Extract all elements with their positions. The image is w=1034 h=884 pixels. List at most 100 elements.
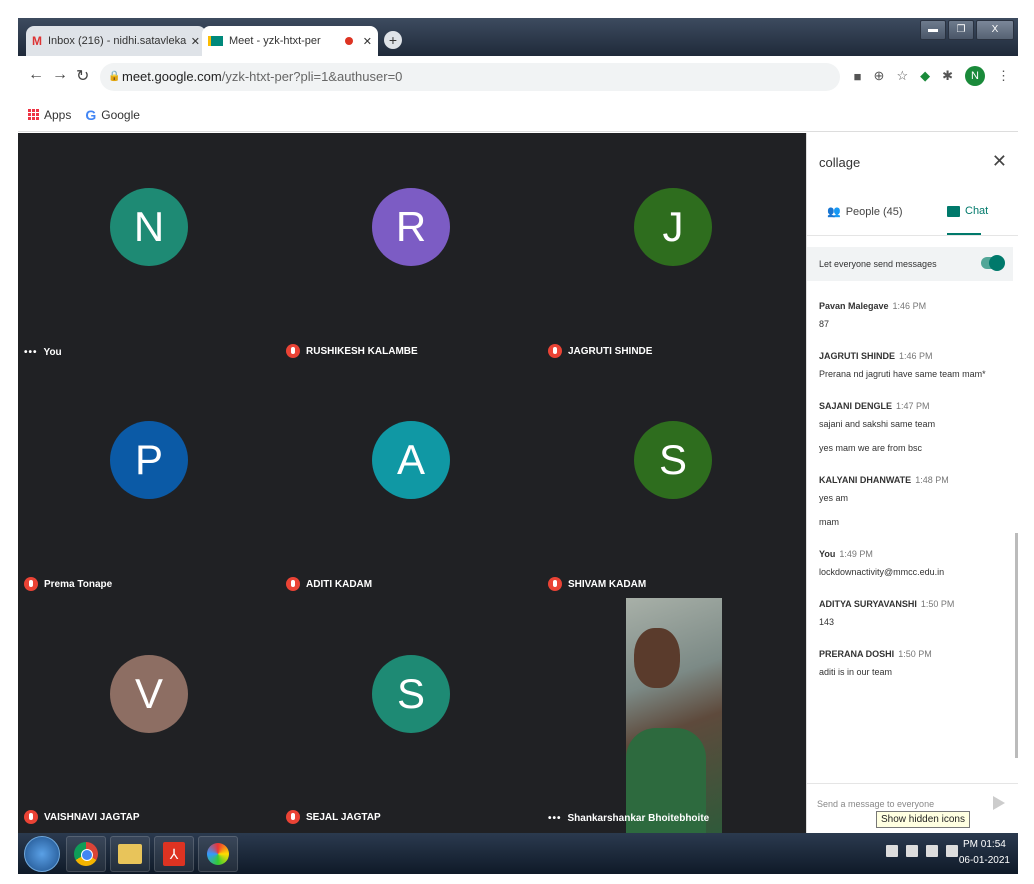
- tab-people-label: People (45): [845, 205, 903, 218]
- tab-meet[interactable]: Meet - yzk-htxt-per ✕: [202, 26, 378, 56]
- participant-avatar: S: [372, 655, 450, 733]
- sidebar-tabs: 👥 People (45) Chat: [807, 201, 1018, 236]
- windows-taskbar: ⅄ PM 01:54 06-01-2021: [18, 833, 1018, 874]
- start-button[interactable]: [24, 836, 60, 872]
- message-sender: SAJANI DENGLE: [819, 401, 893, 411]
- extension-icon[interactable]: ◆: [920, 68, 930, 84]
- chat-messages: Pavan Malegave 1:46 PM 87 JAGRUTI SHINDE 1…: [819, 301, 1009, 699]
- star-icon[interactable]: ☆: [896, 68, 908, 84]
- send-icon[interactable]: [993, 796, 1005, 810]
- taskbar-acrobat[interactable]: ⅄: [154, 836, 194, 872]
- mic-muted-icon: [24, 577, 38, 591]
- display-icon[interactable]: [926, 845, 938, 857]
- bookmarks-bar: Apps G Google: [18, 98, 1018, 132]
- clock-date: 06-01-2021: [958, 855, 1010, 866]
- message-text: 143: [819, 617, 835, 627]
- taskbar-chrome[interactable]: [66, 836, 106, 872]
- taskbar-clock[interactable]: PM 01:54 06-01-2021: [959, 837, 1010, 869]
- chat-input-placeholder: Send a message to everyone: [817, 799, 935, 809]
- tab-people[interactable]: 👥 People (45): [827, 205, 903, 219]
- message-sender: PRERANA DOSHI: [819, 649, 895, 659]
- network-icon[interactable]: [906, 845, 918, 857]
- tab-close-icon[interactable]: ✕: [363, 35, 372, 48]
- taskbar-paint[interactable]: [198, 836, 238, 872]
- chat-message: SAJANI DENGLE 1:47 PM sajani and sakshi s…: [819, 401, 1009, 453]
- volume-icon[interactable]: [946, 845, 958, 857]
- taskbar-explorer[interactable]: [110, 836, 150, 872]
- participant-tile[interactable]: S SHIVAM KADAM: [542, 366, 804, 599]
- participant-name: SEJAL JAGTAP: [306, 811, 381, 823]
- forward-icon[interactable]: →: [52, 66, 68, 84]
- tab-meet-label: Meet - yzk-htxt-per: [229, 35, 321, 47]
- participant-label: ••• You: [24, 347, 62, 358]
- message-time: 1:50 PM: [920, 599, 955, 609]
- pdf-icon: ⅄: [163, 842, 185, 866]
- participant-tile[interactable]: J JAGRUTI SHINDE: [542, 133, 804, 366]
- camera-icon[interactable]: ■: [854, 69, 862, 84]
- participant-avatar: N: [110, 188, 188, 266]
- recording-icon: [344, 37, 353, 45]
- maximize-button[interactable]: ❐: [948, 20, 974, 40]
- chat-sidebar: collage ✕ 👥 People (45) Chat Let everyon…: [806, 133, 1018, 833]
- message-text: yes am: [819, 493, 849, 503]
- participant-tile[interactable]: V VAISHNAVI JAGTAP: [18, 599, 280, 832]
- puzzle-icon[interactable]: ✱: [942, 68, 953, 84]
- send-permission-toggle[interactable]: [981, 255, 1005, 271]
- participant-name: JAGRUTI SHINDE: [568, 345, 653, 357]
- mic-muted-icon: [286, 344, 300, 358]
- folder-icon: [118, 844, 142, 864]
- message-time: 1:46 PM: [892, 301, 927, 311]
- zoom-icon[interactable]: ⊕: [874, 68, 885, 84]
- bookmark-google[interactable]: G Google: [85, 107, 140, 123]
- back-icon[interactable]: ←: [28, 66, 44, 84]
- apps-grid-icon: [28, 109, 39, 120]
- participant-tile[interactable]: A ADITI KADAM: [280, 366, 542, 599]
- system-tray: [886, 845, 958, 857]
- participant-label: ••• Shankarshankar Bhoitebhoite: [548, 813, 709, 824]
- participant-label: ADITI KADAM: [286, 577, 372, 591]
- participant-tile[interactable]: S SEJAL JAGTAP: [280, 599, 542, 832]
- tab-gmail[interactable]: M Inbox (216) - nidhi.satavlekar@m ✕: [26, 26, 206, 56]
- reload-icon[interactable]: ↻: [76, 66, 89, 86]
- chat-scrollbar[interactable]: [1015, 533, 1018, 758]
- participant-avatar: A: [372, 421, 450, 499]
- people-icon: 👥: [827, 206, 841, 218]
- participant-tile[interactable]: R RUSHIKESH KALAMBE: [280, 133, 542, 366]
- tab-close-icon[interactable]: ✕: [191, 35, 200, 48]
- mic-muted-icon: [24, 810, 38, 824]
- bookmark-apps[interactable]: Apps: [28, 108, 71, 122]
- minimize-button[interactable]: ▬: [920, 20, 946, 40]
- chat-message: You 1:49 PM lockdownactivity@mmcc.edu.in: [819, 549, 1009, 577]
- participant-name: ADITI KADAM: [306, 578, 373, 590]
- chat-message: ADITYA SURYAVANSHI 1:50 PM 143: [819, 599, 1009, 627]
- mic-muted-icon: [286, 577, 300, 591]
- close-icon[interactable]: ✕: [992, 151, 1007, 172]
- google-icon: G: [85, 106, 97, 123]
- url-bar[interactable]: 🔒 meet.google.com/yzk-htxt-per?pli=1&aut…: [100, 63, 840, 91]
- show-hidden-icons-icon[interactable]: [886, 845, 898, 857]
- window-controls: ▬ ❐ X: [918, 20, 1014, 40]
- participant-avatar: P: [110, 421, 188, 499]
- participant-tile[interactable]: N ••• You: [18, 133, 280, 366]
- close-window-button[interactable]: X: [976, 20, 1014, 40]
- screen: M Inbox (216) - nidhi.satavlekar@m ✕ Mee…: [18, 18, 1018, 874]
- mic-muted-icon: [548, 577, 562, 591]
- profile-avatar[interactable]: N: [965, 66, 985, 86]
- more-dots-icon: •••: [548, 813, 562, 824]
- participant-name: Shankarshankar Bhoitebhoite: [567, 813, 710, 824]
- send-permission-row: Let everyone send messages: [807, 247, 1013, 281]
- participant-tile[interactable]: P Prema Tonape: [18, 366, 280, 599]
- chat-message: JAGRUTI SHINDE 1:46 PM Prerana nd jagruti…: [819, 351, 1009, 379]
- message-text: aditi is in our team: [819, 667, 893, 677]
- participant-tile[interactable]: ••• Shankarshankar Bhoitebhoite: [542, 599, 804, 832]
- menu-icon[interactable]: ⋮: [997, 68, 1010, 84]
- url-host: meet.google.com: [122, 69, 222, 84]
- participant-name: SHIVAM KADAM: [568, 578, 647, 590]
- tab-chat[interactable]: Chat: [947, 205, 988, 217]
- chrome-icon: [74, 842, 98, 866]
- message-sender: KALYANI DHANWATE: [819, 475, 912, 485]
- mic-muted-icon: [548, 344, 562, 358]
- participant-name: VAISHNAVI JAGTAP: [44, 811, 140, 823]
- new-tab-button[interactable]: +: [384, 31, 402, 49]
- message-time: 1:48 PM: [915, 475, 949, 485]
